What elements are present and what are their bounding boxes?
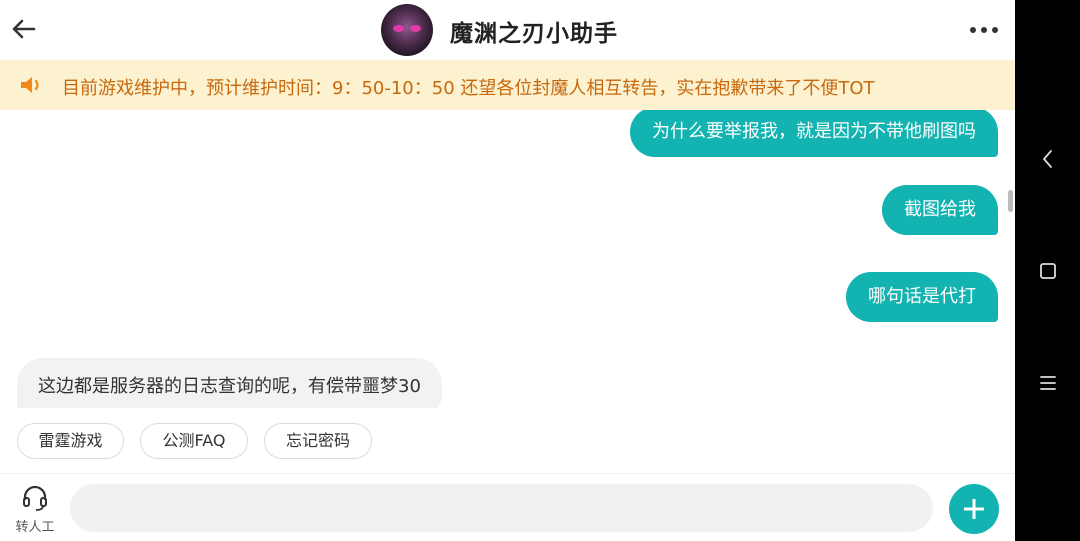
notice-banner: 目前游戏维护中，预计维护时间：9：50-10：50 还望各位封魔人相互转告，实在…: [0, 60, 1015, 110]
avatar-eye-right: [410, 25, 421, 32]
chat-app: 魔渊之刃小助手 目前游戏维护中，预计维护时间：9：50-10：50 还望各位封魔…: [0, 0, 1015, 541]
quick-reply-chip[interactable]: 忘记密码: [264, 423, 372, 459]
avatar: [381, 4, 433, 56]
plus-icon[interactable]: [949, 484, 999, 534]
headset-icon: [23, 485, 47, 511]
scrollbar-thumb[interactable]: [1008, 190, 1013, 212]
message-input[interactable]: [70, 484, 933, 532]
quick-reply-chip[interactable]: 公测FAQ: [140, 423, 248, 459]
back-arrow-icon[interactable]: [10, 15, 38, 43]
system-nav-bar: [1015, 0, 1080, 541]
bottom-bar: 转人工: [0, 473, 1015, 541]
page-title: 魔渊之刃小助手: [450, 21, 618, 47]
message-incoming: 这边都是服务器的日志查询的呢，有偿带噩梦30: [17, 358, 442, 408]
notice-text: 目前游戏维护中，预计维护时间：9：50-10：50 还望各位封魔人相互转告，实在…: [62, 78, 875, 99]
chevron-left-icon[interactable]: [1035, 146, 1061, 172]
more-dots-icon[interactable]: [967, 20, 1001, 40]
message-outgoing: 截图给我: [882, 185, 998, 235]
message-outgoing: 为什么要举报我，就是因为不带他刷图吗: [630, 110, 998, 157]
speaker-icon: [21, 77, 39, 93]
message-outgoing: 哪句话是代打: [846, 272, 998, 322]
menu-icon[interactable]: [1035, 370, 1061, 396]
transfer-agent-label: 转人工: [15, 520, 55, 535]
chat-area[interactable]: 为什么要举报我，就是因为不带他刷图吗 截图给我 哪句话是代打 这边都是服务器的日…: [0, 110, 1015, 408]
quick-reply-chip[interactable]: 雷霆游戏: [17, 423, 124, 459]
transfer-agent-button[interactable]: 转人工: [10, 484, 60, 535]
header-bar: 魔渊之刃小助手: [0, 0, 1015, 60]
avatar-eye-left: [393, 25, 404, 32]
square-icon[interactable]: [1035, 258, 1061, 284]
